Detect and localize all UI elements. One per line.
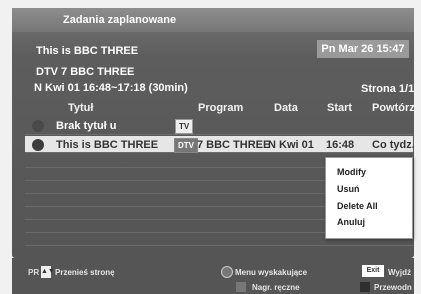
record-status-icon	[32, 120, 44, 132]
menu-item-delete-all[interactable]: Delete All	[337, 201, 378, 211]
popup-menu-label: Menu wyskakujące	[235, 268, 308, 277]
move-page-label: Przenieś stronę	[55, 268, 115, 277]
blue-key-icon	[360, 282, 370, 292]
row-repeat: Co tydz.	[372, 139, 415, 151]
column-header-program: Program	[198, 102, 244, 114]
dtv-type-badge: DTV	[174, 138, 198, 153]
menu-item-modify[interactable]: Modify	[337, 167, 366, 177]
menu-item-delete[interactable]: Usuń	[337, 184, 360, 194]
panel-title: Zadania zaplanowane	[63, 14, 177, 26]
row-start: 16:48	[326, 139, 355, 151]
column-header-date: Data	[274, 102, 298, 114]
row-title: This is BBC THREE	[56, 139, 159, 151]
row-program: 7 BBC THREE	[197, 139, 271, 151]
tv-type-badge: TV	[175, 119, 194, 134]
ok-button-icon	[221, 266, 233, 278]
current-datetime: Pn Mar 26 15:47	[317, 40, 409, 58]
tv-screen: Zadania zaplanowane This is BBC THREE Pn…	[0, 0, 421, 294]
exit-key-icon[interactable]: Exit	[362, 265, 384, 277]
up-down-icon: ▲▼	[41, 266, 55, 278]
manual-record-label: Nagr. ręczne	[252, 283, 300, 292]
pr-label: PR	[28, 268, 40, 277]
column-header-repeat: Powtórz	[372, 102, 415, 114]
column-header-start: Start	[327, 102, 353, 114]
schedule-info: N Kwi 01 16:48~17:18 (30min)	[34, 82, 188, 94]
exit-label: Wyjdź	[388, 268, 411, 277]
guide-label: Przewodn	[374, 283, 412, 292]
row-title: Brak tytuł u	[56, 120, 117, 132]
green-key-icon	[236, 282, 246, 292]
row-date: N Kwi 01	[268, 139, 314, 151]
menu-item-cancel[interactable]: Anuluj	[337, 217, 365, 227]
record-status-icon	[32, 139, 44, 151]
current-channel-label: This is BBC THREE	[36, 45, 139, 57]
context-menu: Modify Usuń Delete All Anuluj	[325, 157, 413, 239]
service-name: DTV 7 BBC THREE	[36, 66, 135, 78]
page-indicator: Strona 1/1	[361, 83, 415, 95]
column-header-title: Tytuł	[68, 102, 94, 114]
